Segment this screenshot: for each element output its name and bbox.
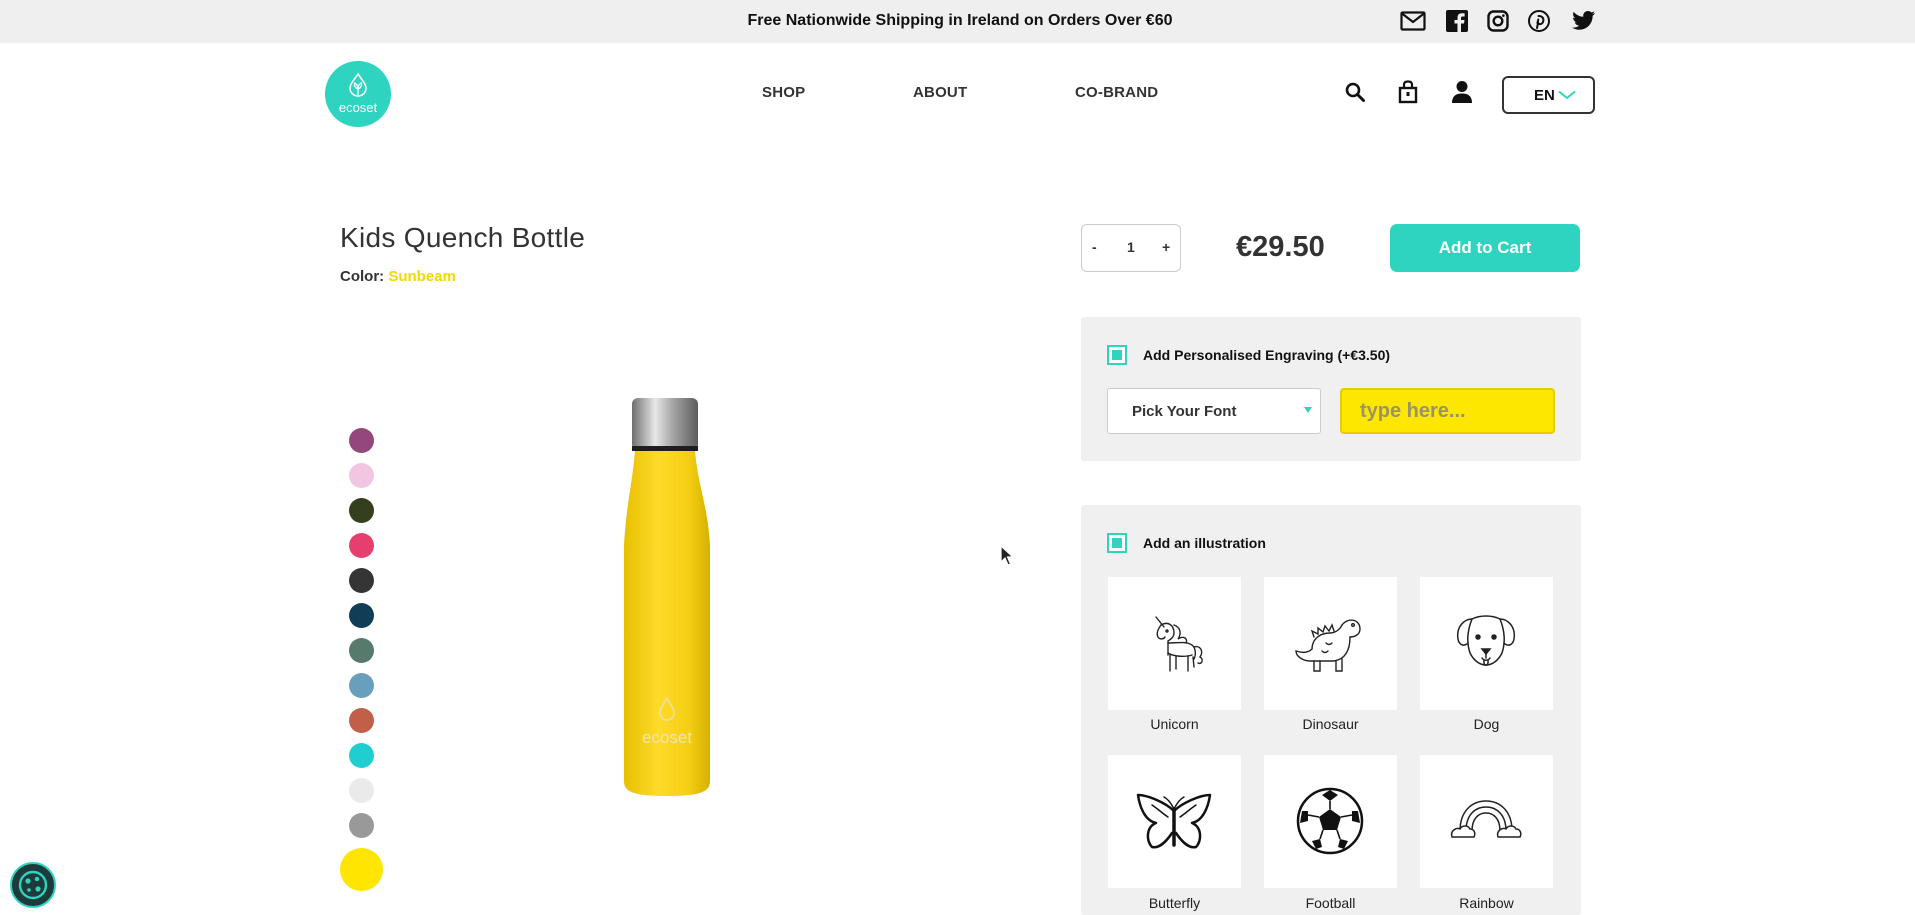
rainbow-icon (1450, 800, 1522, 838)
color-swatch[interactable] (340, 848, 383, 891)
announcement-text: Free Nationwide Shipping in Ireland on O… (747, 12, 1173, 29)
product-price: €29.50 (1236, 231, 1325, 263)
ecoset-logo[interactable]: ecoset (325, 61, 391, 127)
illustration-label: Add an illustration (1143, 535, 1266, 551)
color-swatch[interactable] (349, 708, 374, 733)
illustration-label-dog: Dog (1473, 716, 1500, 732)
color-swatch[interactable] (349, 673, 374, 698)
butterfly-icon (1136, 793, 1212, 849)
color-swatch[interactable] (349, 603, 374, 628)
leaf-drop-icon (349, 73, 367, 97)
dinosaur-icon (1295, 619, 1361, 672)
bag-icon[interactable] (1398, 80, 1418, 109)
engraving-text-input[interactable] (1340, 388, 1555, 434)
mouse-cursor-icon (1000, 544, 1016, 572)
mail-icon[interactable] (1400, 10, 1426, 32)
instagram-icon[interactable] (1487, 10, 1509, 32)
qty-decrement-button[interactable]: - (1092, 239, 1097, 255)
cookie-settings-button[interactable] (10, 862, 56, 908)
color-swatch[interactable] (349, 533, 374, 558)
illustration-tile-dog[interactable] (1420, 577, 1553, 710)
color-swatch[interactable] (349, 778, 374, 803)
illustration-label-butterfly: Butterfly (1148, 895, 1201, 911)
chevron-down-icon (1558, 90, 1576, 100)
illustration-tile-rainbow[interactable] (1420, 755, 1553, 888)
color-swatch[interactable] (349, 463, 374, 488)
user-icon[interactable] (1451, 80, 1473, 109)
illustration-panel: Add an illustration Unicorn Dinosaur Dog… (1081, 505, 1581, 915)
engraving-label: Add Personalised Engraving (+€3.50) (1143, 347, 1391, 363)
illustration-tile-football[interactable] (1264, 755, 1397, 888)
caret-down-icon (1304, 407, 1312, 413)
cookie-icon (18, 870, 48, 900)
illustration-tile-unicorn[interactable] (1108, 577, 1241, 710)
color-line: Color: Sunbeam (340, 268, 456, 285)
engraving-checkbox[interactable] (1107, 345, 1127, 365)
quantity-stepper: - 1 + (1081, 224, 1181, 272)
search-icon[interactable] (1345, 82, 1365, 107)
dog-icon (1456, 615, 1516, 666)
nav-shop[interactable]: SHOP (762, 84, 805, 101)
color-swatch[interactable] (349, 428, 374, 453)
font-select[interactable]: Pick Your Font (1107, 388, 1321, 434)
illustration-label-rainbow: Rainbow (1459, 895, 1514, 911)
twitter-icon[interactable] (1570, 10, 1596, 32)
logo-text: ecoset (338, 100, 378, 115)
color-swatch[interactable] (349, 813, 374, 838)
product-title: Kids Quench Bottle (340, 222, 586, 253)
product-image: ecoset (612, 396, 722, 803)
illustration-label-dinosaur: Dinosaur (1302, 716, 1359, 732)
color-name: Sunbeam (388, 268, 456, 285)
unicorn-icon (1155, 616, 1203, 672)
qty-increment-button[interactable]: + (1162, 239, 1170, 255)
football-icon (1296, 787, 1364, 855)
language-label: EN (1534, 87, 1555, 104)
illustration-label-football: Football (1305, 895, 1356, 911)
color-swatch[interactable] (349, 638, 374, 663)
add-to-cart-button[interactable]: Add to Cart (1390, 224, 1580, 272)
illustration-tile-butterfly[interactable] (1108, 755, 1241, 888)
illustration-checkbox[interactable] (1107, 533, 1127, 553)
illustration-label-unicorn: Unicorn (1150, 716, 1199, 732)
nav-about[interactable]: ABOUT (913, 84, 967, 101)
color-swatch[interactable] (349, 743, 374, 768)
color-swatch[interactable] (349, 498, 374, 523)
pinterest-icon[interactable] (1528, 10, 1550, 32)
language-selector[interactable]: EN (1502, 76, 1595, 114)
color-swatch[interactable] (349, 568, 374, 593)
qty-value[interactable]: 1 (1127, 239, 1135, 255)
announcement-bar: Free Nationwide Shipping in Ireland on O… (0, 0, 1915, 43)
bottle-logo-text: ecoset (642, 728, 692, 747)
nav-cobrand[interactable]: CO-BRAND (1075, 84, 1158, 101)
engraving-panel: Add Personalised Engraving (+€3.50) Pick… (1081, 317, 1581, 461)
illustration-tile-dinosaur[interactable] (1264, 577, 1397, 710)
color-label: Color: (340, 268, 385, 285)
font-select-value: Pick Your Font (1132, 403, 1237, 420)
facebook-icon[interactable] (1446, 10, 1468, 32)
